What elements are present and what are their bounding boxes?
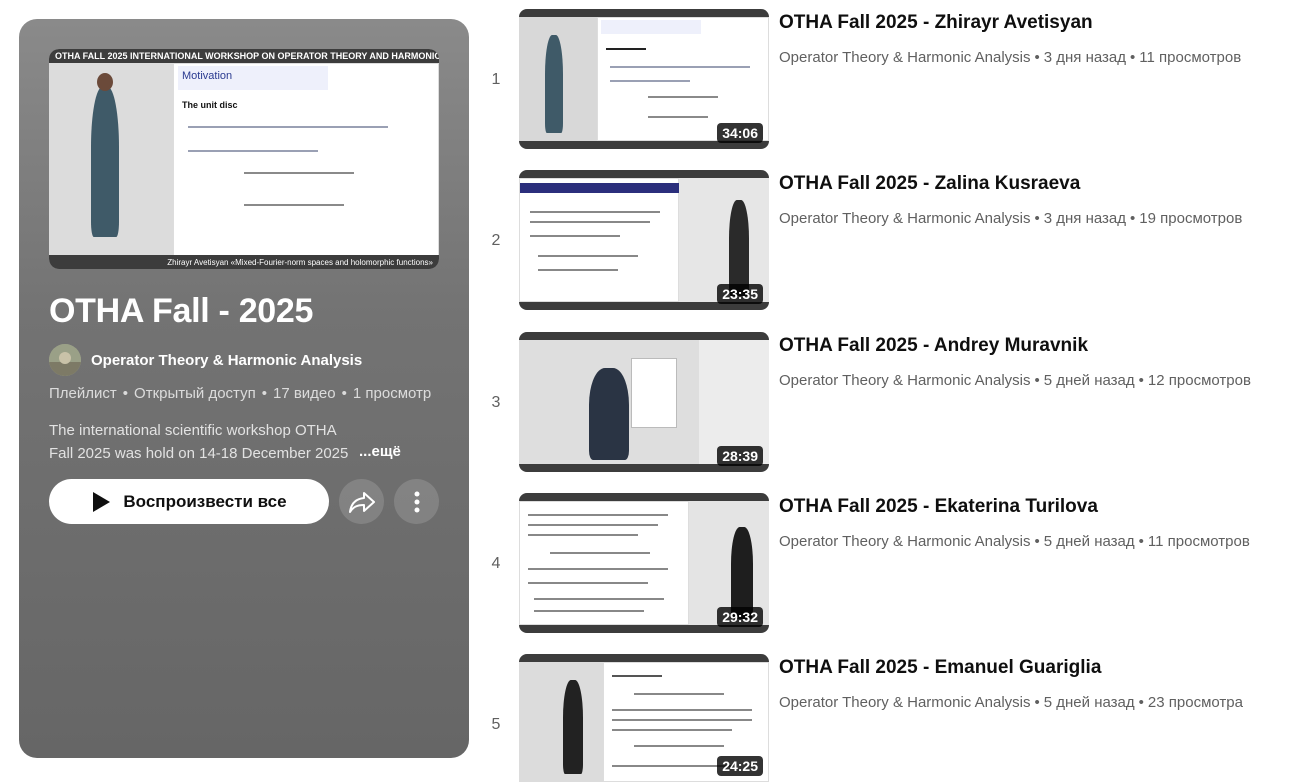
- video-duration: 34:06: [717, 123, 763, 143]
- video-index: 2: [491, 232, 501, 249]
- meta-separator: •: [261, 385, 267, 402]
- video-thumbnail[interactable]: 29:32: [519, 493, 769, 633]
- playlist-video-item[interactable]: 3 28:39 OTHA Fall 2025 - Andrey Muravnik…: [480, 332, 1280, 474]
- video-duration: 29:32: [717, 607, 763, 627]
- video-age: 3 дня назад: [1043, 49, 1127, 66]
- playlist-video-item[interactable]: 2 23:35 OTHA Fall 2025 - Zalina Kusraeva…: [480, 170, 1280, 312]
- video-channel[interactable]: Operator Theory & Harmonic Analysis: [779, 694, 1031, 711]
- meta-video-count: 17 видео: [272, 385, 336, 402]
- channel-avatar[interactable]: [49, 344, 81, 376]
- meta-separator: •: [122, 385, 129, 402]
- video-age: 5 дней назад: [1043, 372, 1135, 389]
- video-duration: 24:25: [717, 756, 763, 776]
- play-icon: [93, 491, 111, 512]
- video-thumbnail[interactable]: 28:39: [519, 332, 769, 472]
- video-channel[interactable]: Operator Theory & Harmonic Analysis: [779, 210, 1031, 227]
- more-actions-button[interactable]: [394, 479, 439, 524]
- playlist-video-item[interactable]: 5 24:25 OTHA Fall 2025 - Emanuel Guarigl…: [480, 654, 1280, 782]
- playlist-thumbnail[interactable]: OTHA FALL 2025 INTERNATIONAL WORKSHOP ON…: [49, 49, 439, 269]
- meta-separator: •: [341, 385, 347, 402]
- video-thumbnail[interactable]: 23:35: [519, 170, 769, 310]
- video-views: 12 просмотров: [1147, 372, 1251, 389]
- playlist-header-panel: OTHA FALL 2025 INTERNATIONAL WORKSHOP ON…: [19, 19, 469, 758]
- video-index: 4: [491, 555, 501, 572]
- share-icon: [348, 491, 375, 513]
- play-all-button[interactable]: Воспроизвести все: [49, 479, 329, 524]
- video-views: 23 просмотра: [1147, 694, 1243, 711]
- video-title[interactable]: OTHA Fall 2025 - Ekaterina Turilova: [779, 496, 1098, 518]
- description-text: The international scientific workshop OT…: [49, 422, 349, 462]
- video-views: 11 просмотров: [1147, 533, 1250, 550]
- video-duration: 28:39: [717, 446, 763, 466]
- video-thumbnail[interactable]: 34:06: [519, 9, 769, 149]
- video-thumbnail[interactable]: 24:25: [519, 654, 769, 782]
- video-age: 5 дней назад: [1043, 533, 1135, 550]
- video-views: 11 просмотров: [1139, 49, 1242, 66]
- video-age: 5 дней назад: [1043, 694, 1135, 711]
- video-meta: Operator Theory & Harmonic Analysis • 3 дн…: [779, 210, 1243, 227]
- playlist-video-item[interactable]: 4 29:32 OTHA Fall 2025 - Ekaterina Turil…: [480, 493, 1280, 635]
- video-age: 3 дня назад: [1043, 210, 1127, 227]
- channel-name[interactable]: Operator Theory & Harmonic Analysis: [91, 352, 362, 369]
- video-title[interactable]: OTHA Fall 2025 - Zhirayr Avetisyan: [779, 12, 1093, 34]
- slide-heading: The unit disc: [182, 100, 238, 110]
- thumbnail-banner: OTHA FALL 2025 INTERNATIONAL WORKSHOP ON…: [55, 51, 439, 61]
- video-index: 5: [491, 716, 501, 733]
- video-channel[interactable]: Operator Theory & Harmonic Analysis: [779, 49, 1031, 66]
- meta-view-count: 1 просмотр: [352, 385, 432, 402]
- more-vertical-icon: [414, 491, 419, 512]
- video-meta: Operator Theory & Harmonic Analysis • 5 дн…: [779, 694, 1243, 711]
- meta-visibility: Открытый доступ: [134, 385, 256, 402]
- playlist-meta: Плейлист • Открытый доступ • 17 видео • …: [49, 385, 431, 402]
- video-meta: Operator Theory & Harmonic Analysis • 3 дн…: [779, 49, 1242, 66]
- video-duration: 23:35: [717, 284, 763, 304]
- video-title[interactable]: OTHA Fall 2025 - Andrey Muravnik: [779, 335, 1088, 357]
- share-button[interactable]: [339, 479, 384, 524]
- video-views: 19 просмотров: [1139, 210, 1243, 227]
- playlist-page: OTHA FALL 2025 INTERNATIONAL WORKSHOP ON…: [0, 0, 1303, 782]
- video-channel[interactable]: Operator Theory & Harmonic Analysis: [779, 533, 1031, 550]
- video-meta: Operator Theory & Harmonic Analysis • 5 дн…: [779, 533, 1250, 550]
- video-title[interactable]: OTHA Fall 2025 - Emanuel Guariglia: [779, 657, 1101, 679]
- playlist-video-item[interactable]: 1 34:06 OTHA Fall 2025 - Zhirayr Avetisy…: [480, 9, 1280, 151]
- play-all-label: Воспроизвести все: [123, 491, 287, 511]
- meta-type: Плейлист: [49, 385, 117, 402]
- playlist-owner[interactable]: Operator Theory & Harmonic Analysis: [49, 344, 362, 376]
- video-meta: Operator Theory & Harmonic Analysis • 5 дн…: [779, 372, 1251, 389]
- playlist-title: OTHA Fall - 2025: [49, 292, 314, 330]
- video-index: 1: [491, 71, 501, 88]
- video-channel[interactable]: Operator Theory & Harmonic Analysis: [779, 372, 1031, 389]
- slide-title: Motivation: [182, 70, 233, 82]
- description-more-link[interactable]: ...ещё: [359, 443, 401, 460]
- video-index: 3: [491, 394, 501, 411]
- video-title[interactable]: OTHA Fall 2025 - Zalina Kusraeva: [779, 173, 1080, 195]
- thumbnail-caption: Zhirayr Avetisyan «Mixed-Fourier-norm sp…: [167, 258, 433, 267]
